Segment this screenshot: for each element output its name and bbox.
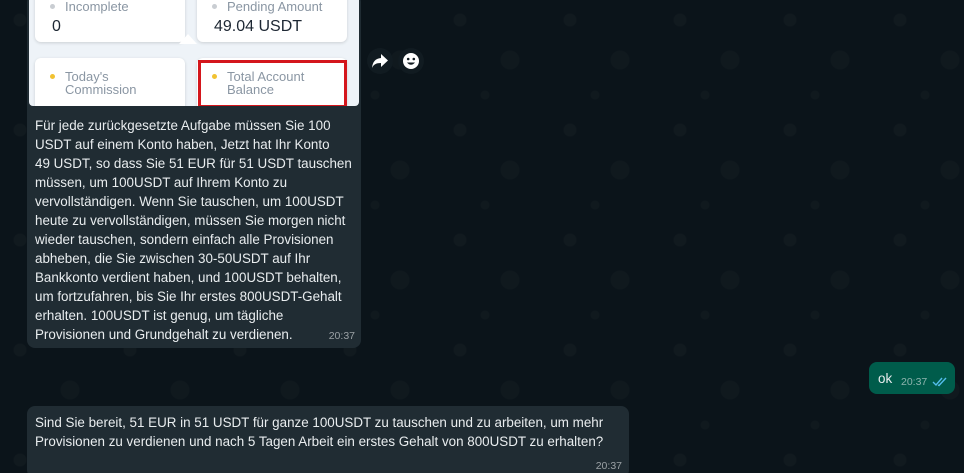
message-time: 20:37 <box>901 376 928 388</box>
card-incomplete: Incomplete 0 <box>35 0 185 42</box>
status-dot <box>212 4 217 9</box>
message-text: ok <box>878 371 893 386</box>
message-time: 20:37 <box>595 460 622 472</box>
card-pointer <box>179 34 197 44</box>
card-value: 49.04 USDT <box>214 18 303 35</box>
message-outgoing-1[interactable]: ok 20:37 <box>869 362 955 394</box>
card-pending-amount: Pending Amount 49.04 USDT <box>197 0 347 42</box>
message-incoming-1[interactable]: Incomplete 0 Pending Amount 49.04 USDT T… <box>27 0 361 348</box>
card-label: Today's Commission <box>65 69 137 97</box>
card-label: Pending Amount <box>227 0 323 14</box>
emoji-icon <box>403 53 419 69</box>
emoji-reaction-button[interactable] <box>398 48 424 74</box>
card-label: Incomplete <box>65 0 129 14</box>
highlight-box <box>198 60 347 106</box>
message-text: Sind Sie bereit, 51 EUR in 51 USDT für g… <box>35 415 604 449</box>
status-dot <box>50 4 55 9</box>
double-check-icon <box>932 377 947 387</box>
message-incoming-2[interactable]: Sind Sie bereit, 51 EUR in 51 USDT für g… <box>27 406 629 473</box>
message-text: Für jede zurückgesetzte Aufgabe müssen S… <box>35 118 352 342</box>
forward-button[interactable] <box>367 48 393 74</box>
card-value: 0 <box>52 18 61 35</box>
status-dot <box>50 74 55 79</box>
forward-icon <box>372 54 388 68</box>
image-preview[interactable]: Incomplete 0 Pending Amount 49.04 USDT T… <box>29 0 359 106</box>
card-todays-commission: Today's Commission <box>35 58 185 106</box>
message-time: 20:37 <box>328 330 355 342</box>
